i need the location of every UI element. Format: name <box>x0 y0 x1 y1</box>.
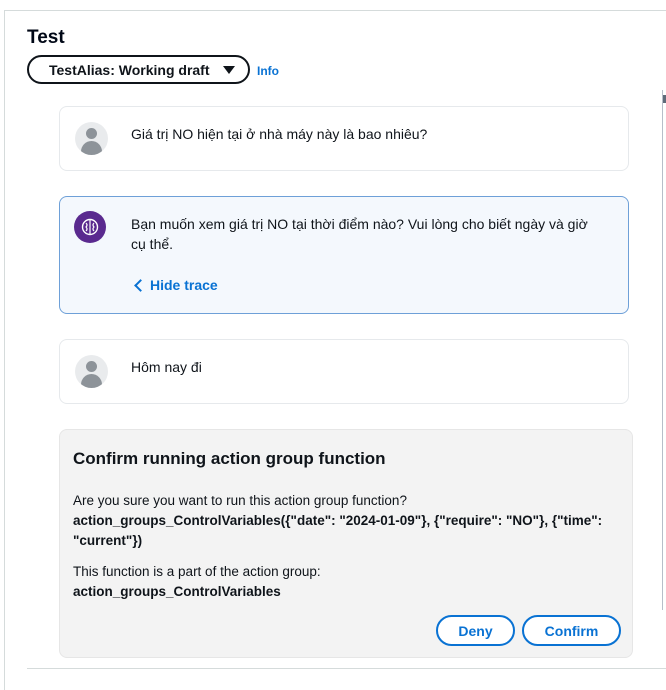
user-avatar-icon <box>75 355 108 388</box>
confirm-function-call: action_groups_ControlVariables({"date": … <box>73 513 603 548</box>
confirm-question: Are you sure you want to run this action… <box>73 493 407 508</box>
confirm-button[interactable]: Confirm <box>522 615 621 646</box>
user-avatar-icon <box>75 122 108 155</box>
hide-trace-link[interactable]: Hide trace <box>133 277 218 293</box>
divider <box>27 668 666 669</box>
chat-message-user: Hôm nay đi <box>59 339 629 404</box>
confirm-group-name: action_groups_ControlVariables <box>73 584 281 599</box>
deny-button[interactable]: Deny <box>436 615 515 646</box>
confirm-part-of-text: This function is a part of the action gr… <box>73 564 321 579</box>
hide-trace-label: Hide trace <box>150 277 218 293</box>
scrollbar-track[interactable] <box>662 90 666 610</box>
message-text: Bạn muốn xem giá trị NO tại thời điểm nà… <box>131 216 588 252</box>
agent-brain-icon <box>74 211 106 243</box>
caret-down-icon <box>223 66 235 74</box>
message-text: Giá trị NO hiện tại ở nhà máy này là bao… <box>131 126 428 142</box>
confirm-action-dialog: Confirm running action group function Ar… <box>59 429 633 658</box>
chevron-left-icon <box>134 278 147 292</box>
message-text: Hôm nay đi <box>131 359 202 375</box>
confirm-title: Confirm running action group function <box>73 449 386 468</box>
chat-message-user: Giá trị NO hiện tại ở nhà máy này là bao… <box>59 106 629 171</box>
alias-select[interactable]: TestAlias: Working draft <box>27 55 250 84</box>
info-link[interactable]: Info <box>257 64 279 78</box>
chat-message-agent: Bạn muốn xem giá trị NO tại thời điểm nà… <box>59 196 629 314</box>
alias-select-value: TestAlias: Working draft <box>49 62 210 78</box>
panel-title: Test <box>27 27 65 48</box>
